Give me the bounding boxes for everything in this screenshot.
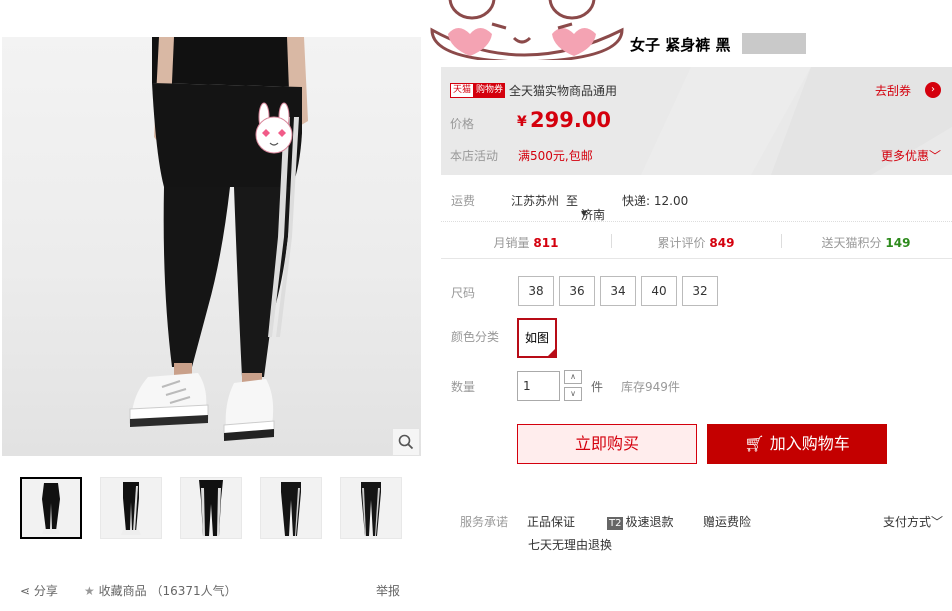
star-icon: ★ [84,584,95,598]
favorite-label: 收藏商品 [98,584,147,598]
quantity-unit: 件 [591,380,604,394]
service-7day-return[interactable]: 七天无理由退换 [528,536,612,553]
fast-refund-label: 极速退款 [625,515,674,529]
currency-symbol: ¥ [517,114,527,130]
store-activity-label: 本店活动 [450,149,499,163]
add-to-cart-label: 加入购物车 [769,434,850,453]
t2-tag: T2 [607,517,624,530]
size-option[interactable]: 38 [518,276,554,306]
share-link[interactable]: ⋖ 分享 [20,582,58,599]
ship-from: 江苏苏州 [511,194,560,208]
get-coupon-link[interactable]: 去刮券 [875,82,911,99]
coupon-row: 天猫 购物券 全天猫实物商品通用 [450,82,617,99]
coupon-tag: 购物券 [474,83,506,98]
title-redacted-block [742,33,806,54]
zoom-button[interactable] [392,428,420,456]
thumbnail-image [199,480,223,536]
size-option[interactable]: 34 [600,276,636,306]
total-reviews[interactable]: 累计评价 849 [611,234,781,251]
chevron-down-icon: ﹀ [931,515,944,529]
buy-now-button[interactable]: 立即购买 [517,424,697,464]
payment-label: 支付方式 [883,515,932,529]
coupon-description: 全天猫实物商品通用 [509,84,618,98]
service-genuine[interactable]: 正品保证 [527,513,575,530]
service-fast-refund[interactable]: T2 极速退款 [607,513,674,530]
payment-method-dropdown[interactable]: 支付方式﹀ [883,513,943,530]
add-to-cart-button[interactable]: 🛒︎ 加入购物车 [707,424,887,464]
stat-value: 149 [885,236,911,250]
service-shipping-insurance[interactable]: 赠运费险 [703,513,751,530]
quantity-decrease-button[interactable]: ∨ [564,387,582,401]
stat-label: 月销量 [493,236,530,250]
service-label: 服务承诺 [460,515,509,529]
leggings-model-photo [129,37,308,441]
store-activity-text: 满500元,包邮 [518,149,593,163]
magnifier-icon [398,434,414,450]
share-label: 分享 [33,584,58,598]
tmall-points: 送天猫积分 149 [781,234,951,251]
stat-value: 811 [533,236,559,250]
color-label: 颜色分类 [451,330,500,344]
popularity-count: （16371人气） [150,584,237,598]
price-label: 价格 [450,117,475,131]
share-icon: ⋖ [20,584,31,598]
thumbnail-4[interactable] [260,477,322,539]
stat-label: 累计评价 [657,236,706,250]
report-link[interactable]: 举报 [376,582,400,599]
favorite-link[interactable]: ★ 收藏商品 （16371人气） [84,582,237,599]
color-option-label: 如图 [524,331,549,345]
ship-to-word: 至 [566,194,579,208]
thumbnail-image [42,483,60,534]
chevron-down-icon: ﹀ [929,149,942,163]
product-price: 299.00 [530,108,612,132]
tmall-tag: 天猫 [450,83,475,98]
thumbnail-2[interactable] [100,477,162,539]
thumbnail-image [361,482,381,536]
size-label: 尺码 [451,286,476,300]
shipping-row: 运费 江苏苏州 至 济南 ▾ 快递: 12.00 [441,178,952,222]
stat-label: 送天猫积分 [821,236,882,250]
thumbnail-strip [20,477,420,539]
quantity-increase-button[interactable]: ∧ [564,370,582,384]
thumbnail-1[interactable] [20,477,82,539]
quantity-input[interactable]: 1 [517,371,560,401]
thumbnail-3[interactable] [180,477,242,539]
chevron-down-icon: ▾ [581,206,588,220]
quantity-label: 数量 [451,380,476,394]
more-deals-link[interactable]: 更多优惠﹀ [881,147,941,164]
product-title: 女子 紧身裤 黑 [630,36,731,54]
selected-check-icon [546,347,557,358]
size-option[interactable]: 40 [641,276,677,306]
sales-stats-row: 月销量 811 累计评价 849 送天猫积分 149 [441,223,952,259]
size-option[interactable]: 32 [682,276,718,306]
color-option-selected[interactable]: 如图 [517,318,557,358]
arrow-right-icon[interactable]: › [925,82,941,98]
more-deals-label: 更多优惠 [881,149,930,163]
thumbnail-5[interactable] [340,477,402,539]
thumbnail-image [121,482,141,535]
stock-count: 库存949件 [621,380,680,394]
price-promo-panel: 天猫 购物券 全天猫实物商品通用 去刮券 › 价格 ¥ 299.00 本店活动 满5… [441,67,952,175]
bunny-sticker-decoration [430,0,624,60]
cart-icon: 🛒︎ [744,434,765,453]
social-actions: ⋖ 分享 ★ 收藏商品 （16371人气） 举报 [20,580,402,600]
main-product-image[interactable] [2,37,421,456]
monthly-sales: 月销量 811 [441,234,611,251]
express-fee: 快递: 12.00 [622,194,689,208]
stat-value: 849 [709,236,735,250]
size-option[interactable]: 36 [559,276,595,306]
shipping-label: 运费 [451,194,476,208]
thumbnail-image [281,482,301,536]
